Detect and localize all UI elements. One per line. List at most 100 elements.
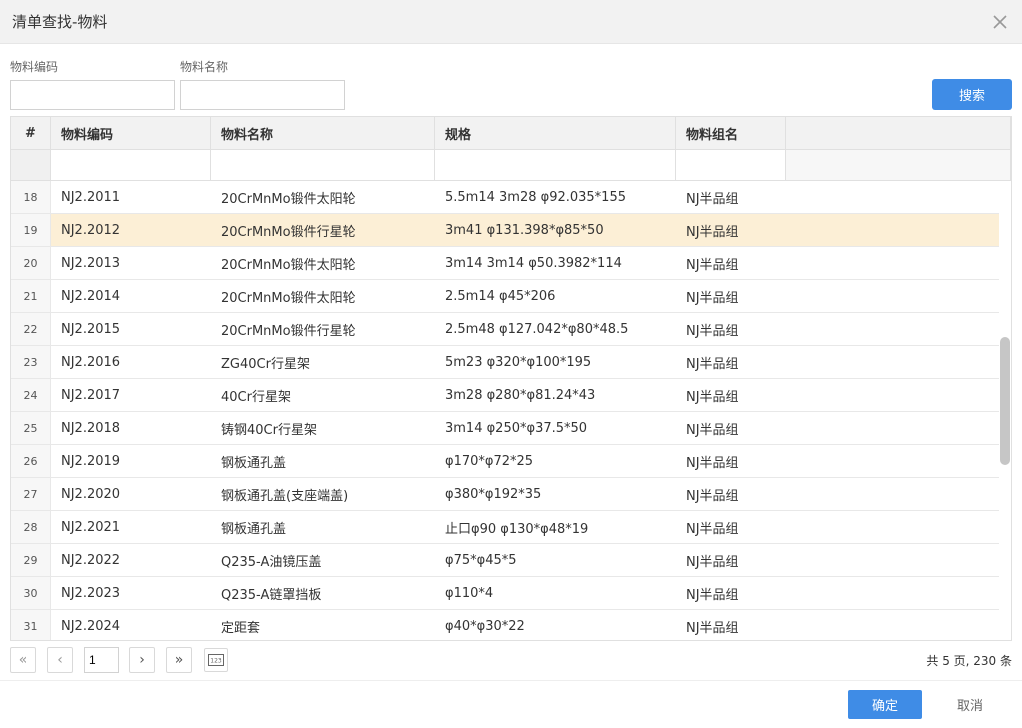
table-row[interactable]: 21 NJ2.2014 20CrMnMo锻件太阳轮 2.5m14 φ45*206 NJ半…	[11, 280, 999, 313]
material-code-cell: NJ2.2012	[61, 222, 121, 238]
material-grid: # 物料编码 物料名称 规格 物料组名 18 NJ2.2011 20CrMnMo锻件…	[10, 116, 1012, 641]
filter-group-input[interactable]	[676, 150, 785, 180]
column-filter-row	[11, 150, 1011, 181]
row-number: 30	[11, 577, 51, 609]
search-button[interactable]: 搜索	[932, 79, 1012, 110]
material-name-cell: 钢板通孔盖(支座端盖)	[221, 488, 349, 504]
table-row[interactable]: 18 NJ2.2011 20CrMnMo锻件太阳轮 5.5m14 3m28 φ92.0…	[11, 181, 999, 214]
pagination-total: 共 5 页, 230 条	[926, 654, 1012, 668]
vertical-scrollbar[interactable]	[1000, 337, 1010, 465]
confirm-button[interactable]: 确定	[848, 690, 922, 719]
material-name-cell: Q235-A链罩挡板	[221, 587, 322, 603]
table-row[interactable]: 26 NJ2.2019 钢板通孔盖 φ170*φ72*25 NJ半品组	[11, 445, 999, 478]
group-cell: NJ半品组	[686, 455, 739, 471]
group-cell: NJ半品组	[686, 587, 739, 603]
group-cell: NJ半品组	[686, 488, 739, 504]
spec-cell: 2.5m14 φ45*206	[445, 288, 556, 304]
material-name-cell: 20CrMnMo锻件行星轮	[221, 224, 356, 240]
close-icon[interactable]	[990, 12, 1010, 32]
group-cell: NJ半品组	[686, 356, 739, 372]
material-name-input[interactable]	[180, 80, 345, 110]
material-name-cell: 钢板通孔盖	[221, 521, 287, 537]
row-number: 21	[11, 280, 51, 312]
table-row[interactable]: 19 NJ2.2012 20CrMnMo锻件行星轮 3m41 φ131.398*φ85…	[11, 214, 999, 247]
material-name-cell: ZG40Cr行星架	[221, 356, 310, 372]
row-number: 25	[11, 412, 51, 444]
spec-cell: φ170*φ72*25	[445, 453, 534, 469]
material-code-label: 物料编码	[10, 60, 59, 74]
material-name-cell: 钢板通孔盖	[221, 455, 287, 471]
group-cell: NJ半品组	[686, 257, 739, 273]
filter-cell-code	[51, 150, 211, 180]
material-code-cell: NJ2.2020	[61, 486, 121, 502]
row-number: 27	[11, 478, 51, 510]
filter-code-input[interactable]	[51, 150, 210, 180]
material-code-cell: NJ2.2015	[61, 321, 121, 337]
group-cell: NJ半品组	[686, 620, 739, 636]
group-cell: NJ半品组	[686, 224, 739, 240]
material-name-cell: 20CrMnMo锻件太阳轮	[221, 191, 356, 207]
svg-text:123: 123	[210, 658, 222, 665]
table-row[interactable]: 23 NJ2.2016 ZG40Cr行星架 5m23 φ320*φ100*195 NJ半…	[11, 346, 999, 379]
spec-cell: 3m28 φ280*φ81.24*43	[445, 387, 596, 403]
spec-cell: 5.5m14 3m28 φ92.035*155	[445, 189, 626, 205]
column-header-index[interactable]: #	[11, 117, 51, 149]
filter-cell-group	[676, 150, 786, 180]
table-row[interactable]: 20 NJ2.2013 20CrMnMo锻件太阳轮 3m14 3m14 φ50.398…	[11, 247, 999, 280]
spec-cell: 5m23 φ320*φ100*195	[445, 354, 592, 370]
group-cell: NJ半品组	[686, 389, 739, 405]
material-code-cell: NJ2.2014	[61, 288, 121, 304]
material-name-label: 物料名称	[180, 60, 229, 74]
spec-cell: φ75*φ45*5	[445, 552, 517, 568]
material-code-cell: NJ2.2019	[61, 453, 121, 469]
row-number: 20	[11, 247, 51, 279]
grid-body: 18 NJ2.2011 20CrMnMo锻件太阳轮 5.5m14 3m28 φ92.0…	[11, 181, 999, 640]
material-code-cell: NJ2.2024	[61, 618, 121, 634]
column-header-filler	[786, 117, 1011, 149]
material-code-input[interactable]	[10, 80, 175, 110]
table-row[interactable]: 28 NJ2.2021 钢板通孔盖 止口φ90 φ130*φ48*19 NJ半品组	[11, 511, 999, 544]
column-header-group[interactable]: 物料组名	[676, 117, 786, 149]
page-size-icon[interactable]: 123	[204, 648, 228, 672]
group-cell: NJ半品组	[686, 191, 739, 207]
table-row[interactable]: 29 NJ2.2022 Q235-A油镜压盖 φ75*φ45*5 NJ半品组	[11, 544, 999, 577]
spec-cell: φ380*φ192*35	[445, 486, 542, 502]
group-cell: NJ半品组	[686, 422, 739, 438]
table-row[interactable]: 31 NJ2.2024 定距套 φ40*φ30*22 NJ半品组	[11, 610, 999, 640]
group-cell: NJ半品组	[686, 521, 739, 537]
spec-cell: φ40*φ30*22	[445, 618, 525, 634]
filter-cell-index	[11, 150, 51, 180]
row-number: 29	[11, 544, 51, 576]
spec-cell: 止口φ90 φ130*φ48*19	[445, 521, 589, 537]
material-code-cell: NJ2.2018	[61, 420, 121, 436]
material-name-cell: 定距套	[221, 620, 261, 636]
row-number: 23	[11, 346, 51, 378]
table-row[interactable]: 25 NJ2.2018 铸钢40Cr行星架 3m14 φ250*φ37.5*50 NJ半…	[11, 412, 999, 445]
material-code-cell: NJ2.2023	[61, 585, 121, 601]
material-name-cell: 20CrMnMo锻件行星轮	[221, 323, 356, 339]
first-page-icon[interactable]: «	[10, 647, 36, 673]
last-page-icon[interactable]: »	[166, 647, 192, 673]
table-row[interactable]: 27 NJ2.2020 钢板通孔盖(支座端盖) φ380*φ192*35 NJ半品组	[11, 478, 999, 511]
filter-spec-input[interactable]	[435, 150, 675, 180]
material-name-cell: 20CrMnMo锻件太阳轮	[221, 290, 356, 306]
material-name-cell: Q235-A油镜压盖	[221, 554, 322, 570]
filter-name-input[interactable]	[211, 150, 434, 180]
prev-page-icon[interactable]: ‹	[47, 647, 73, 673]
table-row[interactable]: 22 NJ2.2015 20CrMnMo锻件行星轮 2.5m48 φ127.042*φ…	[11, 313, 999, 346]
footer-divider	[0, 680, 1022, 681]
material-code-cell: NJ2.2013	[61, 255, 121, 271]
row-number: 26	[11, 445, 51, 477]
spec-cell: 3m14 φ250*φ37.5*50	[445, 420, 588, 436]
page-number-input[interactable]	[84, 647, 119, 673]
table-row[interactable]: 30 NJ2.2023 Q235-A链罩挡板 φ110*4 NJ半品组	[11, 577, 999, 610]
cancel-button[interactable]: 取消	[940, 690, 1000, 719]
row-number: 28	[11, 511, 51, 543]
column-header-spec[interactable]: 规格	[435, 117, 676, 149]
next-page-icon[interactable]: ›	[129, 647, 155, 673]
column-header-name[interactable]: 物料名称	[211, 117, 435, 149]
column-header-code[interactable]: 物料编码	[51, 117, 211, 149]
material-code-cell: NJ2.2016	[61, 354, 121, 370]
row-number: 19	[11, 214, 51, 246]
table-row[interactable]: 24 NJ2.2017 40Cr行星架 3m28 φ280*φ81.24*43 NJ半品…	[11, 379, 999, 412]
